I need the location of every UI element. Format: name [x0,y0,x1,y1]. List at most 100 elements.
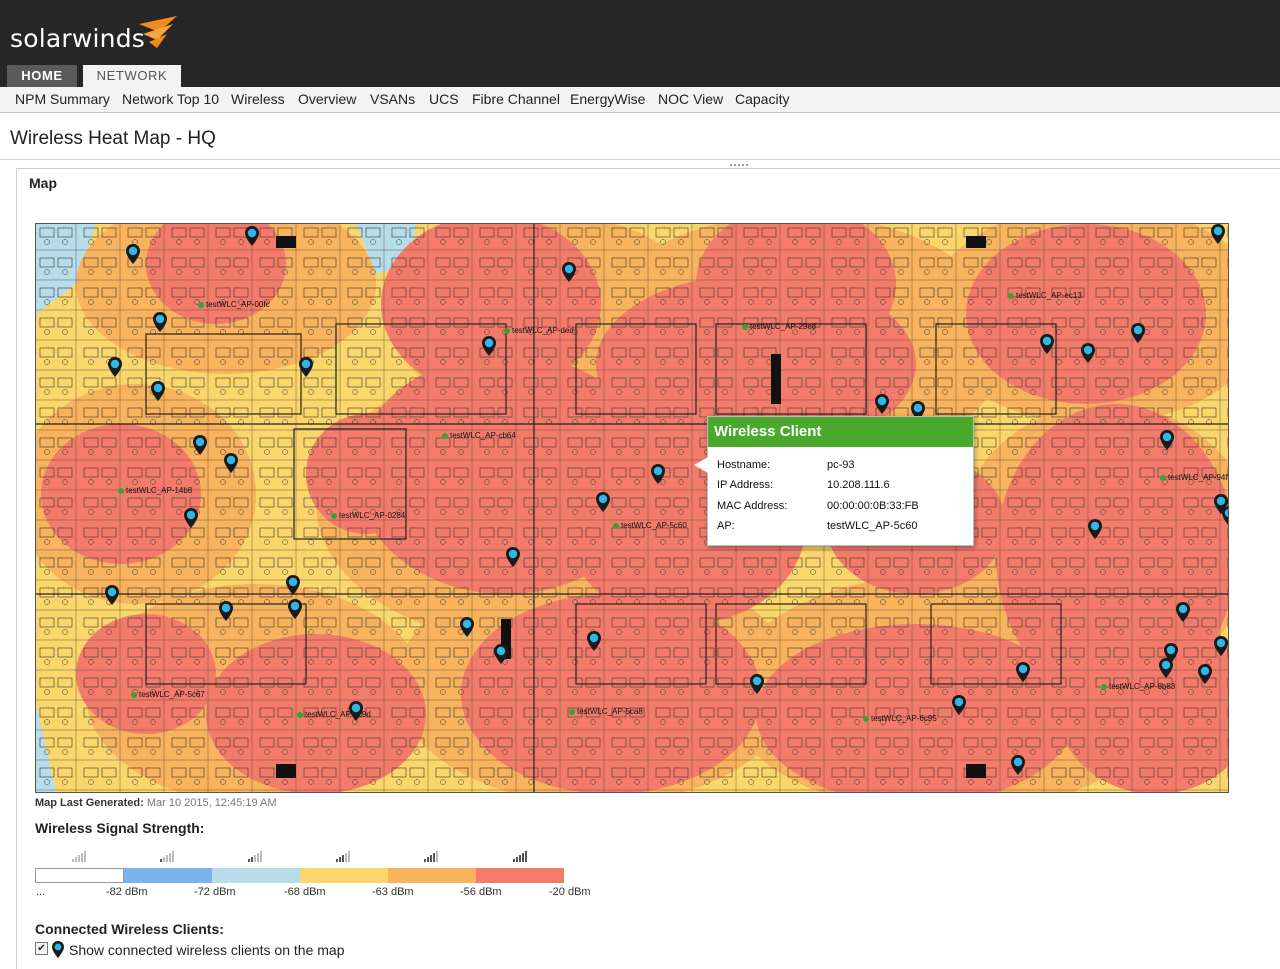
wireless-client-tooltip: Wireless Client Hostname: pc-93 IP Addres… [694,416,974,546]
client-pin-icon[interactable] [349,701,363,721]
connected-clients-title: Connected Wireless Clients: [35,921,224,937]
legend-label: -82 dBm [106,886,148,898]
client-pin-icon[interactable] [1040,334,1054,354]
client-pin-icon[interactable] [1088,519,1102,539]
brand-logo[interactable]: solarwinds [10,24,145,53]
legend-label: -20 dBm [549,886,591,898]
access-point-label[interactable]: testWLC_AP-5c67 [131,690,205,699]
client-pin-icon[interactable] [562,262,576,282]
client-pin-icon[interactable] [587,631,601,651]
client-pin-icon[interactable] [245,226,259,246]
access-point-label[interactable]: testWLC_AP-0284 [331,511,405,520]
client-pin-icon[interactable] [952,695,966,715]
page-title: Wireless Heat Map - HQ [10,128,216,149]
client-pin-icon[interactable] [651,464,665,484]
access-point-label[interactable]: testWLC_AP-00fc [198,300,270,309]
client-pin-icon[interactable] [596,492,610,512]
client-pin-icon[interactable] [126,244,140,264]
subnav-capacity[interactable]: Capacity [735,91,789,107]
client-pin-icon[interactable] [153,312,167,332]
subnav-npm-summary[interactable]: NPM Summary [15,91,110,107]
client-pin-icon[interactable] [151,381,165,401]
tooltip-row-ip: IP Address: 10.208.111.6 [717,479,890,491]
page-divider [0,159,1280,160]
signal-bars-icon [160,851,174,862]
tooltip-title: Wireless Client [708,417,973,447]
heat-map[interactable]: testWLC_AP-00fc testWLC_AP-ded testWLC_A… [35,223,1229,793]
legend-swatch-56 [476,868,564,883]
client-pin-icon[interactable] [105,585,119,605]
client-pin-icon[interactable] [1198,664,1212,684]
access-point-label[interactable]: testWLC_AP-14b8 [118,486,192,495]
access-point-label[interactable]: testWLC_AP-5c60 [613,521,687,530]
client-pin-icon[interactable] [224,453,238,473]
signal-strength-title: Wireless Signal Strength: [35,820,205,836]
access-point-label[interactable]: testWLC_AP-6c95 [863,714,937,723]
client-pin-icon[interactable] [1222,506,1229,526]
access-point-label[interactable]: testWLC_AP-94f4 [1160,473,1228,482]
tab-home[interactable]: HOME [7,65,77,87]
tab-network[interactable]: NETWORK [83,65,181,87]
signal-bars-icon [72,851,86,862]
client-pin-icon[interactable] [460,617,474,637]
signal-bars-icon [336,851,350,862]
client-pin-icon[interactable] [1159,658,1173,678]
access-point-label[interactable]: testWLC_AP-ded [504,326,574,335]
map-pin-icon [52,941,64,958]
client-pin-icon[interactable] [494,644,508,664]
subnav-ucs[interactable]: UCS [429,91,459,107]
client-pin-icon[interactable] [193,435,207,455]
legend-swatch-72 [212,868,300,883]
generated-label: Map Last Generated: [35,797,144,809]
access-point-label[interactable]: testWLC_AP-cb64 [442,431,516,440]
client-pin-icon[interactable] [1131,323,1145,343]
legend-label: ... [36,886,46,898]
subnav-vsans[interactable]: VSANs [370,91,415,107]
client-pin-icon[interactable] [506,547,520,567]
client-pin-icon[interactable] [219,601,233,621]
subnav-noc-view[interactable]: NOC View [658,91,723,107]
legend-label: -68 dBm [284,886,326,898]
legend-label: -72 dBm [194,886,236,898]
show-clients-label: Show connected wireless clients on the m… [69,942,345,958]
access-point-label[interactable]: testWLC_AP-8b83 [1101,682,1175,691]
sub-navigation: NPM Summary Network Top 10 Wireless Over… [0,87,1280,113]
solarwinds-flame-icon [139,16,177,48]
legend-swatch-82 [124,868,212,883]
show-clients-checkbox[interactable]: ✔ [35,942,48,955]
signal-bars-icon [424,851,438,862]
client-pin-icon[interactable] [750,674,764,694]
client-pin-icon[interactable] [1176,602,1190,622]
legend-swatch-68 [300,868,388,883]
client-pin-icon[interactable] [1016,662,1030,682]
client-pin-icon[interactable] [1160,430,1174,450]
signal-bars-icon [513,851,527,862]
client-pin-icon[interactable] [288,599,302,619]
client-pin-icon[interactable] [108,357,122,377]
subnav-wireless[interactable]: Wireless [231,91,285,107]
access-point-label[interactable]: testWLC_AP-ec13 [1008,291,1082,300]
map-generated-info: Map Last Generated: Mar 10 2015, 12:45:1… [35,797,277,809]
client-pin-icon[interactable] [286,575,300,595]
client-pin-icon[interactable] [1211,224,1225,244]
legend-label: -56 dBm [460,886,502,898]
generated-value: Mar 10 2015, 12:45:19 AM [146,797,277,809]
legend-swatch-63 [388,868,476,883]
subnav-fibre-channel[interactable]: Fibre Channel [472,91,560,107]
signal-bars-icon [248,851,262,862]
tooltip-row-hostname: Hostname: pc-93 [717,459,855,471]
subnav-overview[interactable]: Overview [298,91,356,107]
client-pin-icon[interactable] [482,336,496,356]
client-pin-icon[interactable] [299,357,313,377]
subnav-network-top-10[interactable]: Network Top 10 [122,91,219,107]
legend-swatch-none [35,868,124,883]
client-pin-icon[interactable] [184,508,198,528]
client-pin-icon[interactable] [1214,636,1228,656]
subnav-energywise[interactable]: EnergyWise [570,91,645,107]
client-pin-icon[interactable] [875,394,889,414]
client-pin-icon[interactable] [1081,343,1095,363]
client-pin-icon[interactable] [1011,755,1025,775]
top-header: solarwinds HOME NETWORK [0,0,1280,87]
access-point-label[interactable]: testWLC_AP-5ca8 [569,707,643,716]
access-point-label[interactable]: testWLC_AP-29e8 [742,322,816,331]
